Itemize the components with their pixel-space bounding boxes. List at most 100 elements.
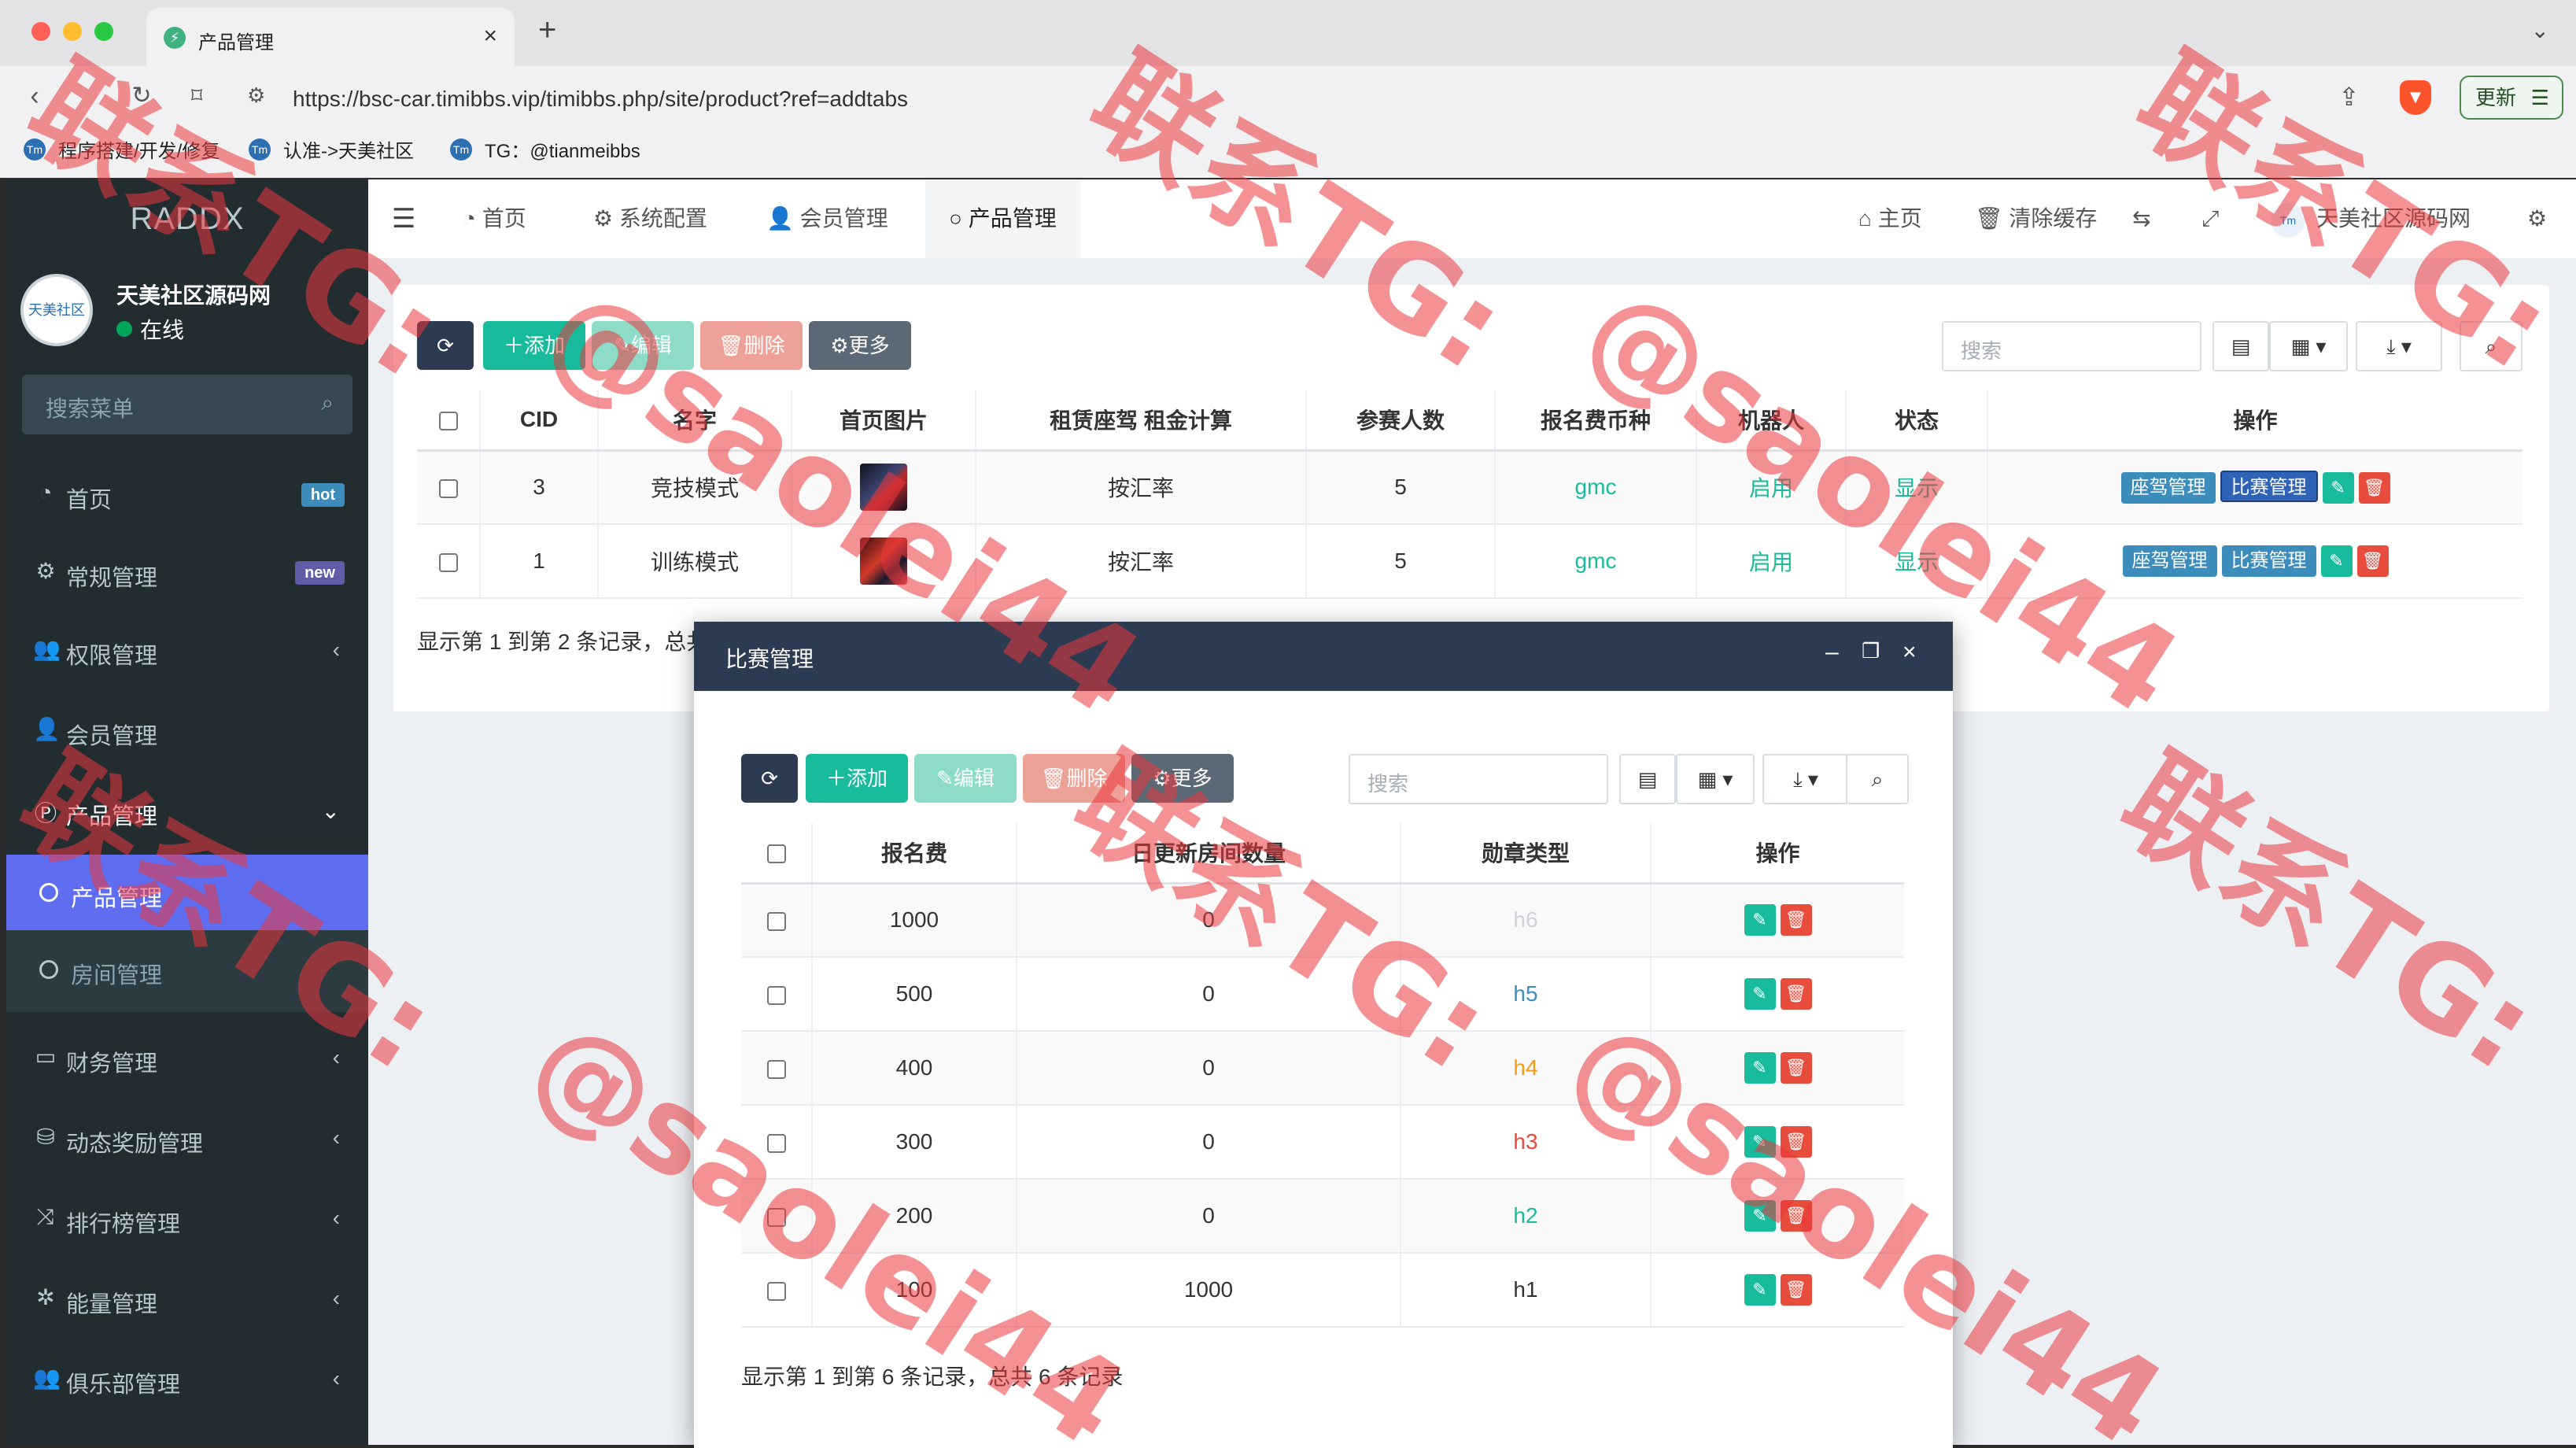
tab-products[interactable]: ○ 产品管理 — [925, 179, 1080, 258]
row-checkbox[interactable] — [438, 478, 458, 498]
column-header[interactable]: 报名费币种 — [1494, 390, 1696, 452]
url-text[interactable]: https://bsc-car.timibbs.vip/timibbs.php/… — [293, 87, 908, 112]
home-link[interactable]: ⌂ 主页 — [1858, 179, 1922, 258]
match-management-button[interactable]: 比赛管理 — [2220, 471, 2318, 503]
search-input[interactable]: 搜索 — [1942, 321, 2201, 371]
row-checkbox-cell[interactable] — [741, 1105, 812, 1180]
sidebar-item-general[interactable]: ⚙ 常规管理 new — [6, 533, 368, 611]
export-button[interactable]: ⤓ ▾ — [1762, 754, 1849, 804]
row-checkbox-cell[interactable] — [741, 883, 812, 958]
column-header[interactable]: CID — [479, 390, 598, 452]
new-tab-button[interactable]: + — [538, 14, 556, 46]
sidebar-item-permissions[interactable]: 👥 权限管理 ‹ — [6, 611, 368, 689]
edit-button[interactable]: ✎编辑 — [592, 321, 694, 370]
close-icon[interactable]: × — [1902, 639, 1917, 666]
delete-row-button[interactable]: 🗑 — [1780, 1274, 1812, 1306]
match-management-button[interactable]: 比赛管理 — [2221, 545, 2316, 577]
more-button[interactable]: ⚙更多 — [1131, 754, 1234, 803]
bookmark-item[interactable]: Tm 认准->天美社区 — [249, 135, 414, 163]
select-all-checkbox[interactable] — [438, 411, 458, 430]
column-header[interactable]: 状态 — [1845, 390, 1987, 452]
row-checkbox[interactable] — [766, 1207, 786, 1227]
delete-button[interactable]: 🗑删除 — [1023, 754, 1125, 803]
tab-list-chevron-icon[interactable]: ⌄ — [2531, 17, 2549, 43]
sidebar-item-products[interactable]: Ⓟ 产品管理 ⌄ — [6, 771, 368, 850]
sidebar-item-finance[interactable]: ▭ 财务管理 ‹ — [6, 1018, 368, 1097]
sidebar-item-members[interactable]: 👤 会员管理 — [6, 691, 368, 770]
sidebar-item-rewards[interactable]: ⛁ 动态奖励管理 ‹ — [6, 1099, 368, 1177]
sidebar-subitem-products[interactable]: 产品管理 — [6, 855, 368, 930]
edit-row-button[interactable]: ✎ — [2320, 545, 2353, 577]
column-header[interactable]: 勋章类型 — [1400, 823, 1651, 885]
tab-members[interactable]: 👤 会员管理 — [766, 179, 888, 258]
column-header[interactable]: 报名费 — [811, 823, 1017, 885]
select-all-checkbox-cell[interactable] — [417, 390, 480, 452]
car-management-button[interactable]: 座驾管理 — [2122, 545, 2217, 577]
row-checkbox[interactable] — [766, 1059, 786, 1079]
refresh-button[interactable]: ⟳ — [417, 321, 474, 370]
column-header[interactable]: 日更新房间数量 — [1016, 823, 1401, 885]
row-checkbox[interactable] — [766, 985, 786, 1005]
row-checkbox[interactable] — [766, 1281, 786, 1301]
close-window-button[interactable] — [31, 22, 50, 41]
sidebar-item-dashboard[interactable]: ◔ 首页 hot — [6, 455, 368, 534]
select-all-checkbox-cell[interactable] — [741, 823, 812, 885]
delete-row-button[interactable]: 🗑 — [2356, 545, 2389, 577]
delete-row-button[interactable]: 🗑 — [1780, 978, 1812, 1010]
sidebar-item-leaderboard[interactable]: ⤨ 排行榜管理 ‹ — [6, 1179, 368, 1258]
update-button[interactable]: 更新 ☰ — [2460, 76, 2563, 120]
tab-dashboard[interactable]: ◔ 首页 — [463, 179, 526, 258]
product-thumbnail[interactable] — [860, 464, 907, 512]
status-cell[interactable]: 显示 — [1845, 450, 1987, 525]
sidebar-item-clubs[interactable]: 👥 俱乐部管理 ‹ — [6, 1339, 368, 1418]
clear-cache-button[interactable]: 🗑 清除缓存 — [1975, 179, 2097, 258]
app-logo[interactable]: RADDX — [6, 179, 368, 258]
search-input[interactable]: 搜索 — [1349, 754, 1608, 804]
row-checkbox[interactable] — [766, 911, 786, 931]
column-header[interactable]: 机器人 — [1696, 390, 1846, 452]
delete-row-button[interactable]: 🗑 — [1780, 1200, 1812, 1232]
delete-row-button[interactable]: 🗑 — [2358, 472, 2390, 504]
hamburger-menu-icon[interactable]: ☰ — [392, 203, 415, 235]
sidebar-subitem-rooms[interactable]: 房间管理 — [6, 932, 368, 1007]
edit-row-button[interactable]: ✎ — [1744, 1200, 1776, 1232]
row-checkbox-cell[interactable] — [741, 1253, 812, 1328]
toggle-view-button[interactable]: ▤ — [1619, 754, 1676, 804]
search-icon[interactable]: ⌕ — [321, 390, 334, 416]
more-button[interactable]: ⚙更多 — [809, 321, 911, 370]
row-checkbox-cell[interactable] — [417, 524, 480, 599]
bookmark-item[interactable]: Tm 程序搭建/开发/修复 — [24, 135, 220, 163]
dialog-header[interactable]: 比赛管理 – ❐ × — [694, 622, 1953, 691]
refresh-button[interactable]: ⟳ — [741, 754, 798, 803]
column-header[interactable]: 参赛人数 — [1305, 390, 1495, 452]
fullscreen-icon[interactable]: ⤢ — [2201, 179, 2219, 258]
row-checkbox-cell[interactable] — [741, 1179, 812, 1254]
bookmark-icon[interactable]: ⌑ — [178, 77, 216, 115]
robot-cell[interactable]: 启用 — [1696, 450, 1846, 525]
site-settings-icon[interactable]: ⚙ — [247, 83, 265, 108]
delete-row-button[interactable]: 🗑 — [1780, 1052, 1812, 1084]
edit-row-button[interactable]: ✎ — [2322, 472, 2354, 504]
sidebar-item-energy[interactable]: ✲ 能量管理 ‹ — [6, 1259, 368, 1338]
car-management-button[interactable]: 座驾管理 — [2120, 472, 2216, 504]
status-cell[interactable]: 显示 — [1845, 524, 1987, 599]
maximize-icon[interactable]: ❐ — [1862, 639, 1880, 663]
row-checkbox[interactable] — [438, 552, 458, 572]
export-button[interactable]: ⤓ ▾ — [2356, 321, 2442, 371]
share-icon[interactable]: ⇪ — [2338, 82, 2360, 112]
row-checkbox[interactable] — [766, 1133, 786, 1153]
currency-cell[interactable]: gmc — [1494, 524, 1696, 599]
advanced-search-button[interactable]: ⌕ — [1846, 754, 1909, 804]
tab-system-config[interactable]: ⚙ 系统配置 — [593, 179, 707, 258]
edit-row-button[interactable]: ✎ — [1744, 1052, 1776, 1084]
tab-close-icon[interactable]: × — [483, 24, 497, 49]
minimize-icon[interactable]: – — [1825, 639, 1839, 666]
column-header[interactable]: 租赁座驾 租金计算 — [975, 390, 1306, 452]
edit-button[interactable]: ✎编辑 — [914, 754, 1017, 803]
delete-row-button[interactable]: 🗑 — [1780, 1126, 1812, 1158]
minimize-window-button[interactable] — [63, 22, 82, 41]
site-profile-link[interactable]: Tm 天美社区源码网 — [2271, 179, 2471, 258]
advanced-search-button[interactable]: ⌕ — [2460, 321, 2522, 371]
select-all-checkbox[interactable] — [766, 844, 786, 863]
toggle-view-button[interactable]: ▤ — [2212, 321, 2269, 371]
